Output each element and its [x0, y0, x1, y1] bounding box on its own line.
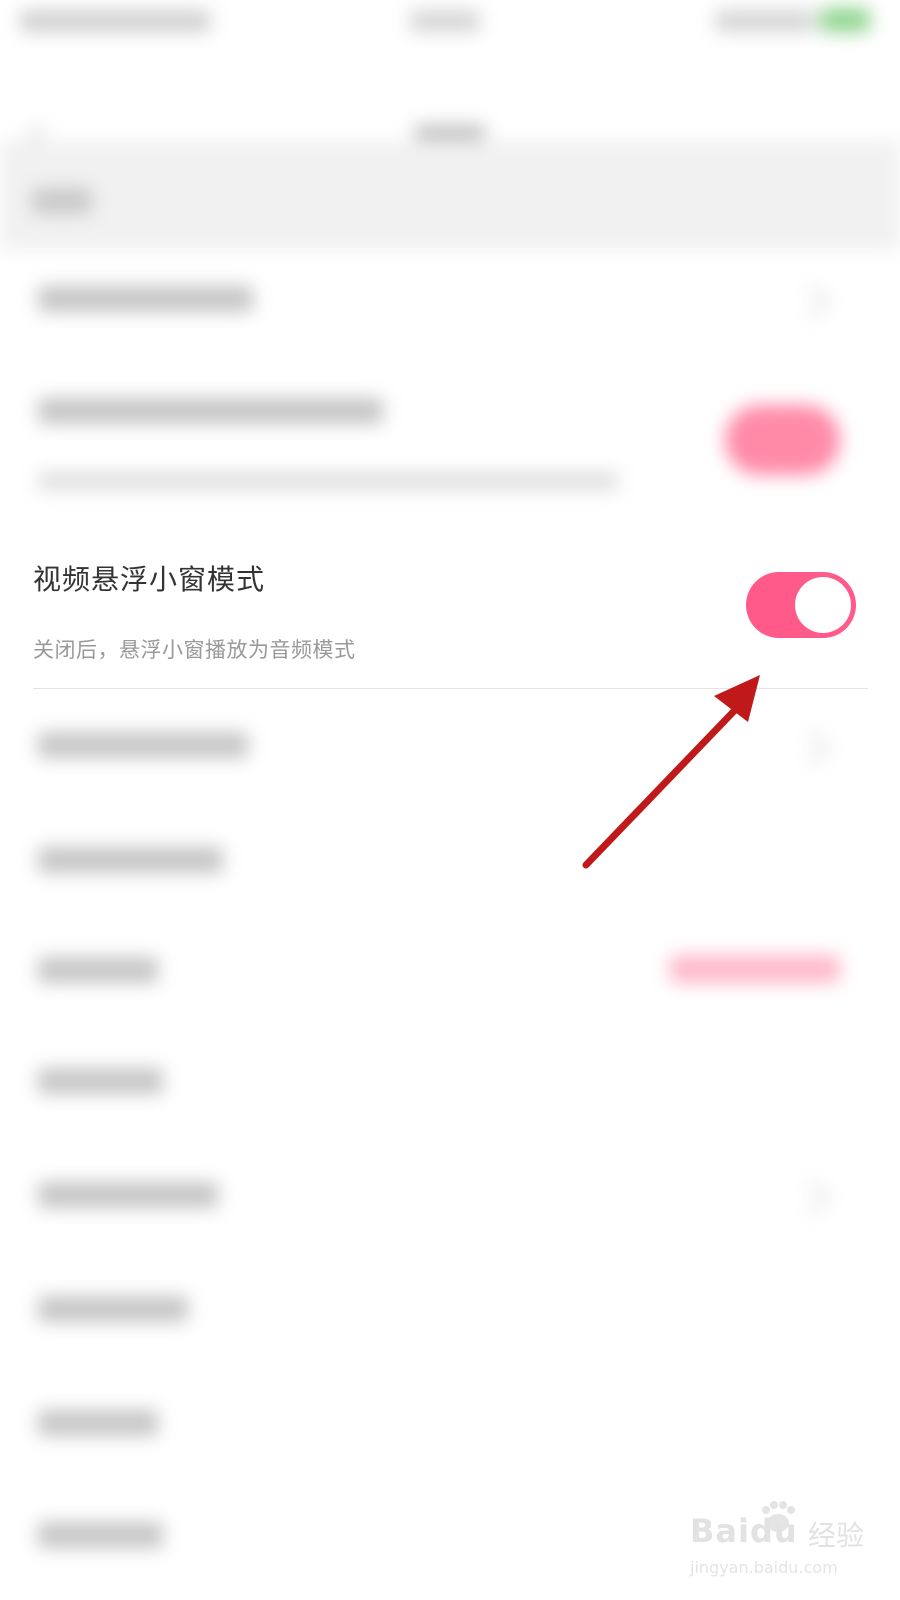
watermark-url: jingyan.baidu.com: [690, 1558, 838, 1577]
toggle-knob: [795, 577, 851, 633]
status-bar: [0, 0, 900, 50]
battery-icon: [820, 8, 870, 32]
baidu-jingyan-watermark: Baidu 经验 jingyan.baidu.com: [690, 1500, 890, 1590]
floating-window-toggle[interactable]: [746, 572, 856, 638]
setting-title: 视频悬浮小窗模式: [33, 563, 266, 596]
blurred-background: [0, 0, 900, 1600]
setting-row-floating-window[interactable]: 视频悬浮小窗模式 关闭后，悬浮小窗播放为音频模式: [0, 520, 900, 690]
section-header: [0, 140, 900, 250]
watermark-brand-suffix: 经验: [808, 1519, 865, 1552]
back-icon: [22, 124, 61, 163]
setting-description: 关闭后，悬浮小窗播放为音频模式: [33, 638, 356, 662]
title-bar: [0, 50, 900, 163]
settings-screen: 视频悬浮小窗模式 关闭后，悬浮小窗播放为音频模式 Baidu 经验 jingya…: [0, 0, 900, 1600]
divider-bottom: [33, 688, 868, 689]
watermark-brand: Baidu: [690, 1512, 798, 1550]
arrow-pointer-icon: [582, 675, 760, 869]
